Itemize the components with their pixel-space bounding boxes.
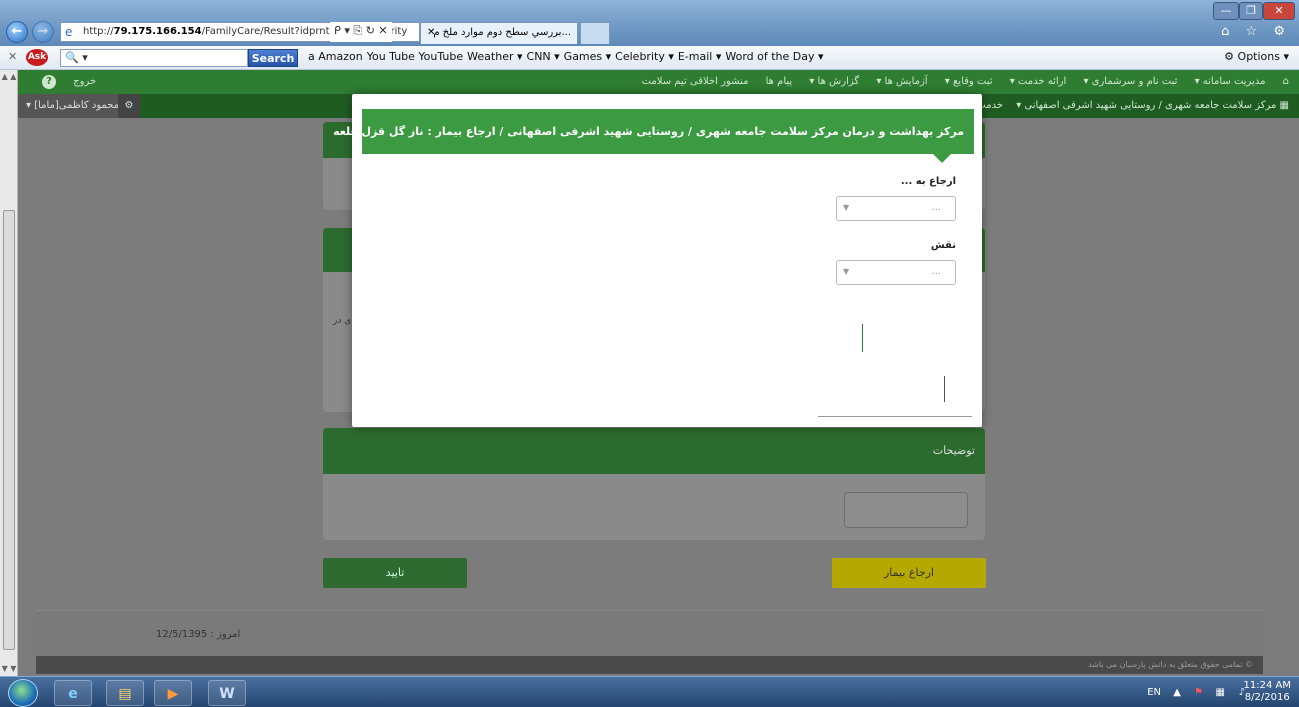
menu-registration[interactable]: ثبت نام و سرشماری ▾ xyxy=(1083,76,1177,87)
toolbar-link-cnn[interactable]: CNN ▾ xyxy=(527,50,560,63)
center-name: مرکز سلامت جامعه شهری / روستایی شهید اشر… xyxy=(1016,100,1277,111)
refer-to-value: ... xyxy=(931,202,941,213)
clock-date: 8/2/2016 xyxy=(1244,692,1290,703)
toolbar-search-button[interactable]: Search xyxy=(248,49,298,67)
browser-tab-active[interactable]: ✕ ...بررسي سطح دوم موارد ملخ م xyxy=(420,22,578,44)
explorer-taskbar-icon[interactable]: ▤ xyxy=(106,680,144,706)
close-window-button[interactable]: ✕ xyxy=(1263,2,1295,20)
scroll-divider xyxy=(944,376,945,402)
descriptions-header: توضیحات xyxy=(323,428,985,474)
confirm-button[interactable]: تایید xyxy=(323,558,467,588)
windows-taskbar: e ▤ ▶ W EN ▲ ⚑ ▦ ♪ 11:24 AM 8/2/2016 xyxy=(0,676,1299,707)
back-button[interactable]: ← xyxy=(6,21,28,43)
tray-expand-icon[interactable]: ▲ xyxy=(1173,687,1181,698)
network-icon[interactable]: ▦ xyxy=(1216,687,1225,698)
maximize-button[interactable]: ❐ xyxy=(1239,2,1263,20)
toolbar-link-email[interactable]: E-mail ▾ xyxy=(678,50,722,63)
bg-partial-text: ی در xyxy=(333,316,352,326)
descriptions-textbox[interactable] xyxy=(844,492,968,528)
forward-button[interactable]: → xyxy=(32,21,54,43)
new-tab-button[interactable] xyxy=(580,22,610,44)
menu-service[interactable]: ارائه خدمت ▾ xyxy=(1010,76,1067,87)
today-date: امروز : 12/5/1395 xyxy=(156,629,241,640)
home-favorites-tools-icons[interactable]: ⌂ ☆ ⚙ xyxy=(1221,24,1291,39)
logout-area: خروج ? xyxy=(28,70,96,94)
clock[interactable]: 11:24 AM 8/2/2016 xyxy=(1244,680,1291,704)
menu-system-admin[interactable]: مدیریت سامانه ▾ xyxy=(1195,76,1266,87)
ask-logo[interactable]: Ask xyxy=(26,49,48,66)
scroll-down-icon[interactable]: ▼ ▼ xyxy=(0,662,18,676)
settings-icon[interactable]: ⚙ xyxy=(118,94,140,118)
toolbar-link-celebrity[interactable]: Celebrity ▾ xyxy=(615,50,674,63)
modal-bottom-line xyxy=(818,416,972,417)
menu-events[interactable]: ثبت وقایع ▾ xyxy=(945,76,993,87)
ie-page-icon: e xyxy=(65,25,73,39)
user-menu[interactable]: محمود کاظمی[ماما] ▾ xyxy=(18,94,128,118)
refer-patient-button[interactable]: ارجاع بیمار xyxy=(832,558,986,588)
chevron-down-icon: ▼ xyxy=(843,203,850,212)
center-selector[interactable]: ▦ مرکز سلامت جامعه شهری / روستایی شهید ا… xyxy=(976,94,1289,118)
toolbar-options[interactable]: ⚙ Options ▾ xyxy=(1224,50,1289,63)
toolbar-links: a Amazon You Tube YouTube Weather ▾ CNN … xyxy=(308,50,824,63)
menu-ethics[interactable]: منشور اخلاقی تیم سلامت xyxy=(642,76,749,87)
text-cursor-line xyxy=(862,324,863,352)
ask-toolbar: ✕ Ask 🔍 ▾ Search a Amazon You Tube YouTu… xyxy=(0,46,1299,70)
language-indicator[interactable]: EN xyxy=(1147,687,1161,698)
logout-link[interactable]: خروج xyxy=(73,76,96,87)
clock-time: 11:24 AM xyxy=(1243,680,1291,691)
url-host: 79.175.166.154 xyxy=(113,26,202,37)
modal-title: مرکز بهداشت و درمان مرکز سلامت جامعه شهر… xyxy=(333,109,974,154)
menu-messages[interactable]: پیام ها xyxy=(766,76,793,87)
toolbar-link-word-of-day[interactable]: Word of the Day ▾ xyxy=(725,50,823,63)
role-select[interactable]: ▼ ... xyxy=(836,260,956,285)
toolbar-search-input[interactable]: 🔍 ▾ xyxy=(60,49,248,67)
menu-tests[interactable]: آزمایش ها ▾ xyxy=(876,76,927,87)
start-button[interactable] xyxy=(8,679,38,707)
help-icon[interactable]: ? xyxy=(42,75,56,89)
refer-to-select[interactable]: ▼ ... xyxy=(836,196,956,221)
home-icon[interactable]: ⌂ xyxy=(1283,76,1289,87)
menu-reports[interactable]: گزارش ها ▾ xyxy=(809,76,859,87)
toolbar-link-youtube[interactable]: You Tube YouTube xyxy=(367,50,463,63)
scroll-thumb[interactable] xyxy=(3,210,15,650)
center-icon: ▦ xyxy=(1279,100,1289,111)
role-label: نقش xyxy=(930,240,956,251)
flag-icon[interactable]: ⚑ xyxy=(1194,687,1203,698)
tab-title: ...بررسي سطح دوم موارد ملخ م xyxy=(433,27,571,38)
copyright: © تمامی حقوق متعلق به دانش پارسیان می با… xyxy=(36,656,1263,674)
modal-title-notch xyxy=(933,154,951,163)
main-menu: ⌂ مدیریت سامانه ▾ ثبت نام و سرشماری ▾ ار… xyxy=(18,70,1299,94)
word-taskbar-icon[interactable]: W xyxy=(208,680,246,706)
role-value: ... xyxy=(931,266,941,277)
media-taskbar-icon[interactable]: ▶ xyxy=(154,680,192,706)
page-scrollbar[interactable]: ▲ ▲ ▼ ▼ xyxy=(0,70,18,676)
toolbar-close-icon[interactable]: ✕ xyxy=(8,50,17,63)
refer-patient-modal: مرکز بهداشت و درمان مرکز سلامت جامعه شهر… xyxy=(333,94,982,427)
browser-titlebar: ← → e http://79.175.166.154/FamilyCare/R… xyxy=(0,0,1299,46)
toolbar-link-games[interactable]: Games ▾ xyxy=(564,50,612,63)
refer-to-label: ارجاع به ... xyxy=(900,176,956,187)
toolbar-link-amazon[interactable]: a Amazon xyxy=(308,50,363,63)
address-tools[interactable]: ᑭ ▾ ⎘ ↻ ✕ xyxy=(330,22,392,42)
toolbar-link-weather[interactable]: Weather ▾ xyxy=(467,50,522,63)
page-footer: امروز : 12/5/1395 xyxy=(36,610,1263,656)
minimize-button[interactable]: — xyxy=(1213,2,1239,20)
chevron-down-icon: ▼ xyxy=(843,267,850,276)
scroll-up-icon[interactable]: ▲ ▲ xyxy=(0,70,18,84)
ie-taskbar-icon[interactable]: e xyxy=(54,680,92,706)
